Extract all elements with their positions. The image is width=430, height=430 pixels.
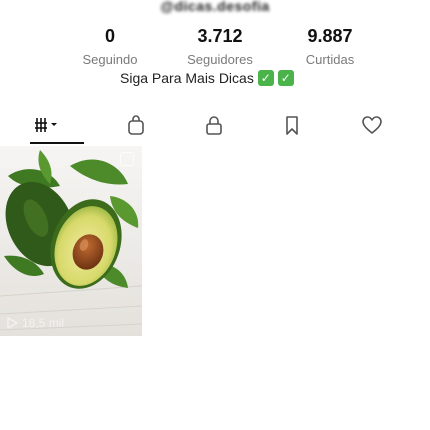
- check-mark-icon: ✓: [277, 70, 294, 86]
- tab-private[interactable]: [194, 108, 234, 142]
- lock-icon: [206, 116, 222, 135]
- view-count: 18,5 mil: [6, 316, 64, 330]
- stat-following[interactable]: 0 Seguindo: [60, 26, 160, 67]
- profile-handle: @dicas.desofia: [160, 0, 270, 14]
- tab-saved[interactable]: [272, 108, 312, 142]
- active-tab-indicator: [30, 142, 84, 144]
- stat-followers-value: 3.712: [197, 26, 243, 46]
- grid-icon: [35, 118, 57, 132]
- stat-likes-value: 9.887: [307, 26, 353, 46]
- stat-followers-label: Seguidores: [187, 52, 253, 67]
- multi-video-icon: [120, 152, 134, 166]
- video-thumbnail[interactable]: 18,5 mil: [0, 146, 142, 336]
- check-mark-icon: ✓: [257, 70, 274, 86]
- bio-text: Siga Para Mais Dicas: [120, 70, 254, 86]
- tab-shop[interactable]: [116, 108, 156, 142]
- profile-stats: 0 Seguindo 3.712 Seguidores 9.887 Curtid…: [60, 26, 380, 67]
- bookmark-icon: [286, 116, 298, 135]
- avocado-image: [0, 146, 142, 336]
- shopping-bag-icon: [128, 115, 144, 135]
- profile-tab-bar: [0, 108, 430, 148]
- stat-followers[interactable]: 3.712 Seguidores: [170, 26, 270, 67]
- stat-following-value: 0: [104, 26, 115, 46]
- view-count-text: 18,5 mil: [22, 316, 65, 330]
- play-icon: [7, 317, 18, 329]
- stat-following-label: Seguindo: [82, 52, 138, 67]
- heart-icon: [362, 116, 382, 134]
- tab-videos[interactable]: [22, 108, 72, 142]
- profile-bio: Siga Para Mais Dicas ✓ ✓: [120, 70, 294, 86]
- chevron-down-icon: [51, 123, 57, 126]
- profile-handle-area: @dicas.desofia: [0, 0, 430, 18]
- stat-likes: 9.887 Curtidas: [280, 26, 380, 67]
- tab-liked[interactable]: [352, 108, 392, 142]
- stat-likes-label: Curtidas: [305, 52, 355, 67]
